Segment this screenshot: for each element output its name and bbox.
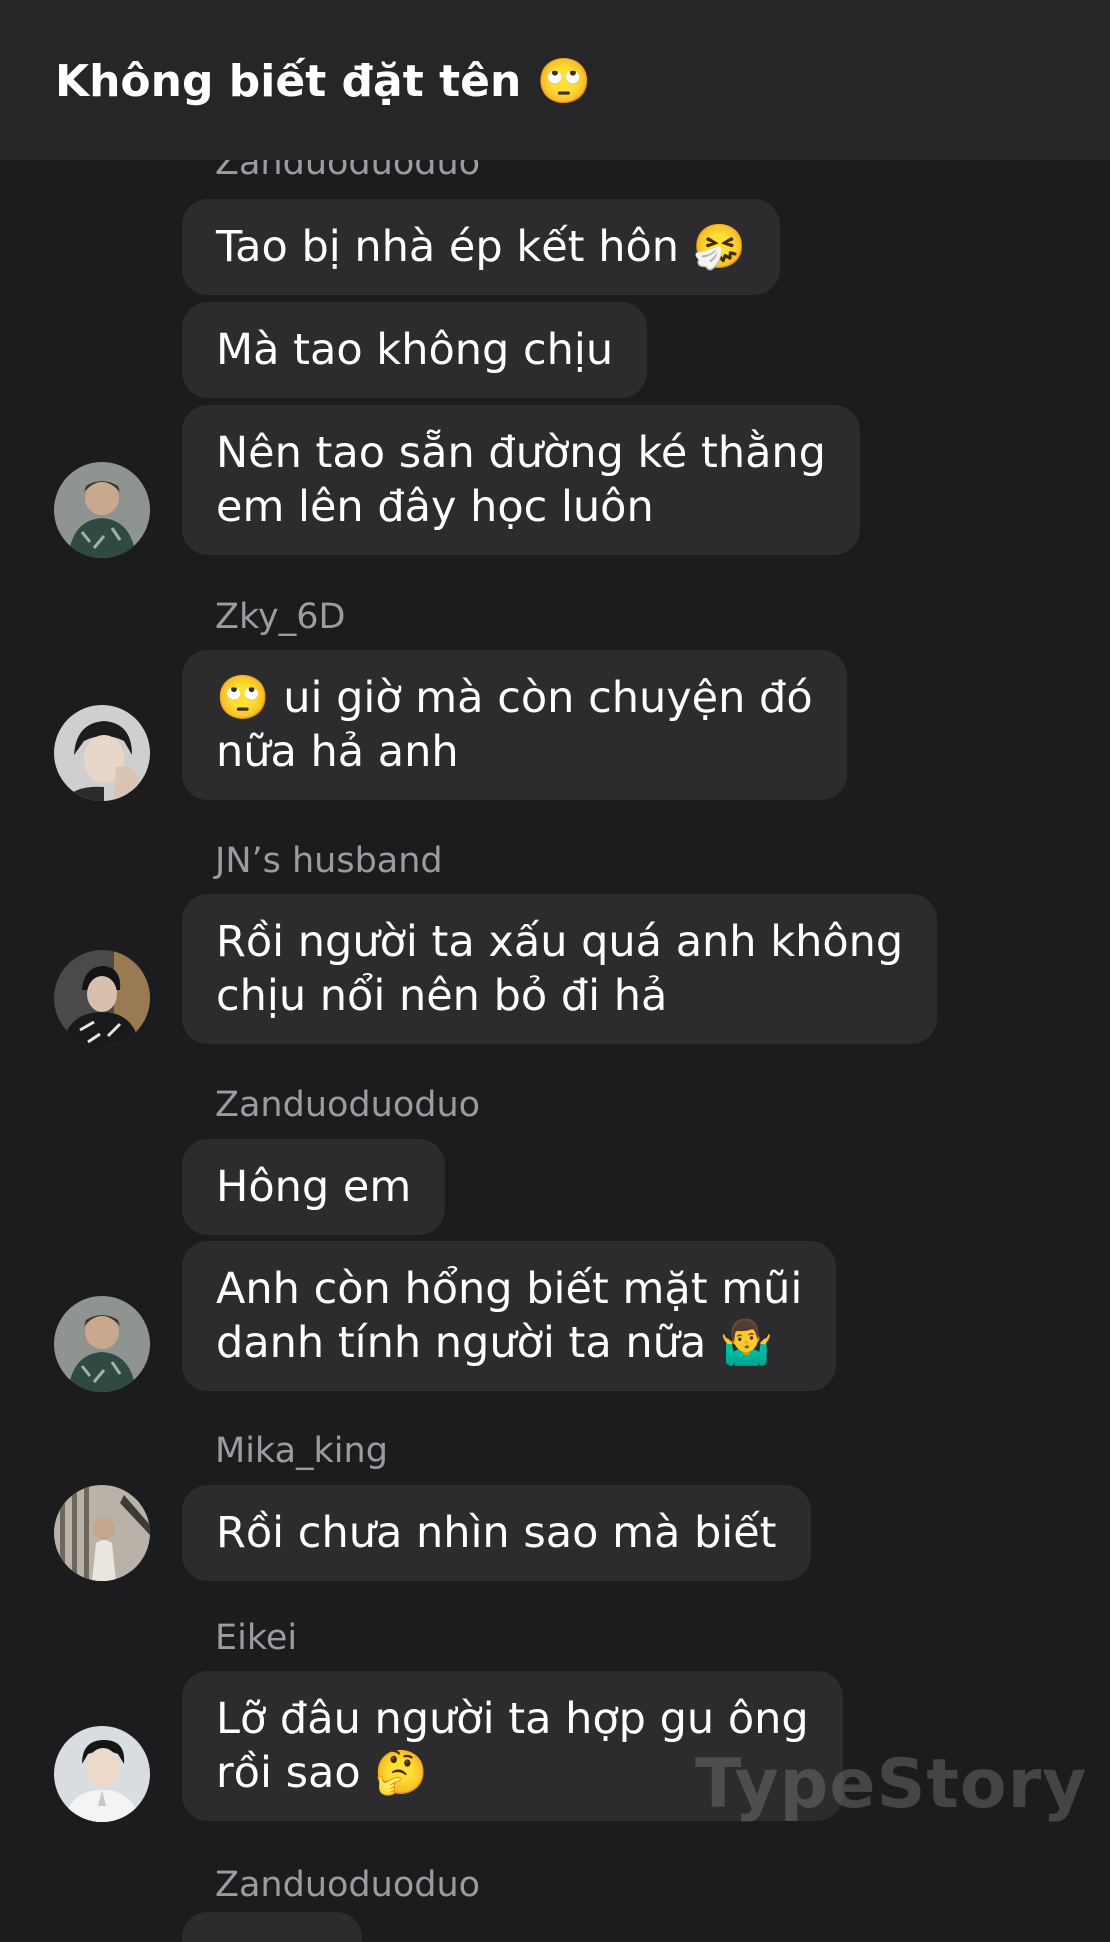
message-bubble[interactable]: Mà tao không chịu — [182, 302, 648, 398]
avatar[interactable] — [54, 1485, 150, 1581]
avatar[interactable] — [54, 1726, 150, 1822]
message-bubble[interactable]: 🙄 ui giờ mà còn chuyện đó nữa hả anh — [182, 650, 847, 800]
message-feed[interactable]: Zanduoduoduo Tao bị nhà ép kết hôn 🤧 Mà … — [0, 0, 1110, 1942]
message-bubble[interactable]: Rồi chưa nhìn sao mà biết — [182, 1485, 811, 1581]
chat-header: Không biết đặt tên 🙄 — [0, 0, 1110, 160]
sender-name: Eikei — [215, 1618, 298, 1658]
message-bubble[interactable]: Anh còn hổng biết mặt mũi danh tính ngườ… — [182, 1241, 837, 1391]
message-bubble[interactable]: Tao bị nhà ép kết hôn 🤧 — [182, 199, 781, 295]
avatar[interactable] — [54, 950, 150, 1046]
sender-name: Zky_6D — [215, 597, 346, 637]
avatar[interactable] — [54, 1296, 150, 1392]
avatar[interactable] — [54, 462, 150, 558]
sender-name: JN’s husband — [215, 841, 443, 881]
sender-name: Zanduoduoduo — [215, 1085, 481, 1125]
chat-title[interactable]: Không biết đặt tên 🙄 — [55, 55, 591, 107]
sender-name: Zanduoduoduo — [215, 1865, 481, 1905]
avatar[interactable] — [54, 705, 150, 801]
message-bubble-partial[interactable] — [182, 1912, 362, 1942]
message-bubble[interactable]: Rồi người ta xấu quá anh không chịu nổi … — [182, 894, 938, 1044]
sender-name: Mika_king — [215, 1431, 388, 1471]
message-bubble[interactable]: Hông em — [182, 1139, 446, 1235]
watermark-logo: TypeStory — [695, 1745, 1088, 1824]
message-bubble[interactable]: Nên tao sẵn đường ké thằng em lên đây họ… — [182, 405, 860, 555]
